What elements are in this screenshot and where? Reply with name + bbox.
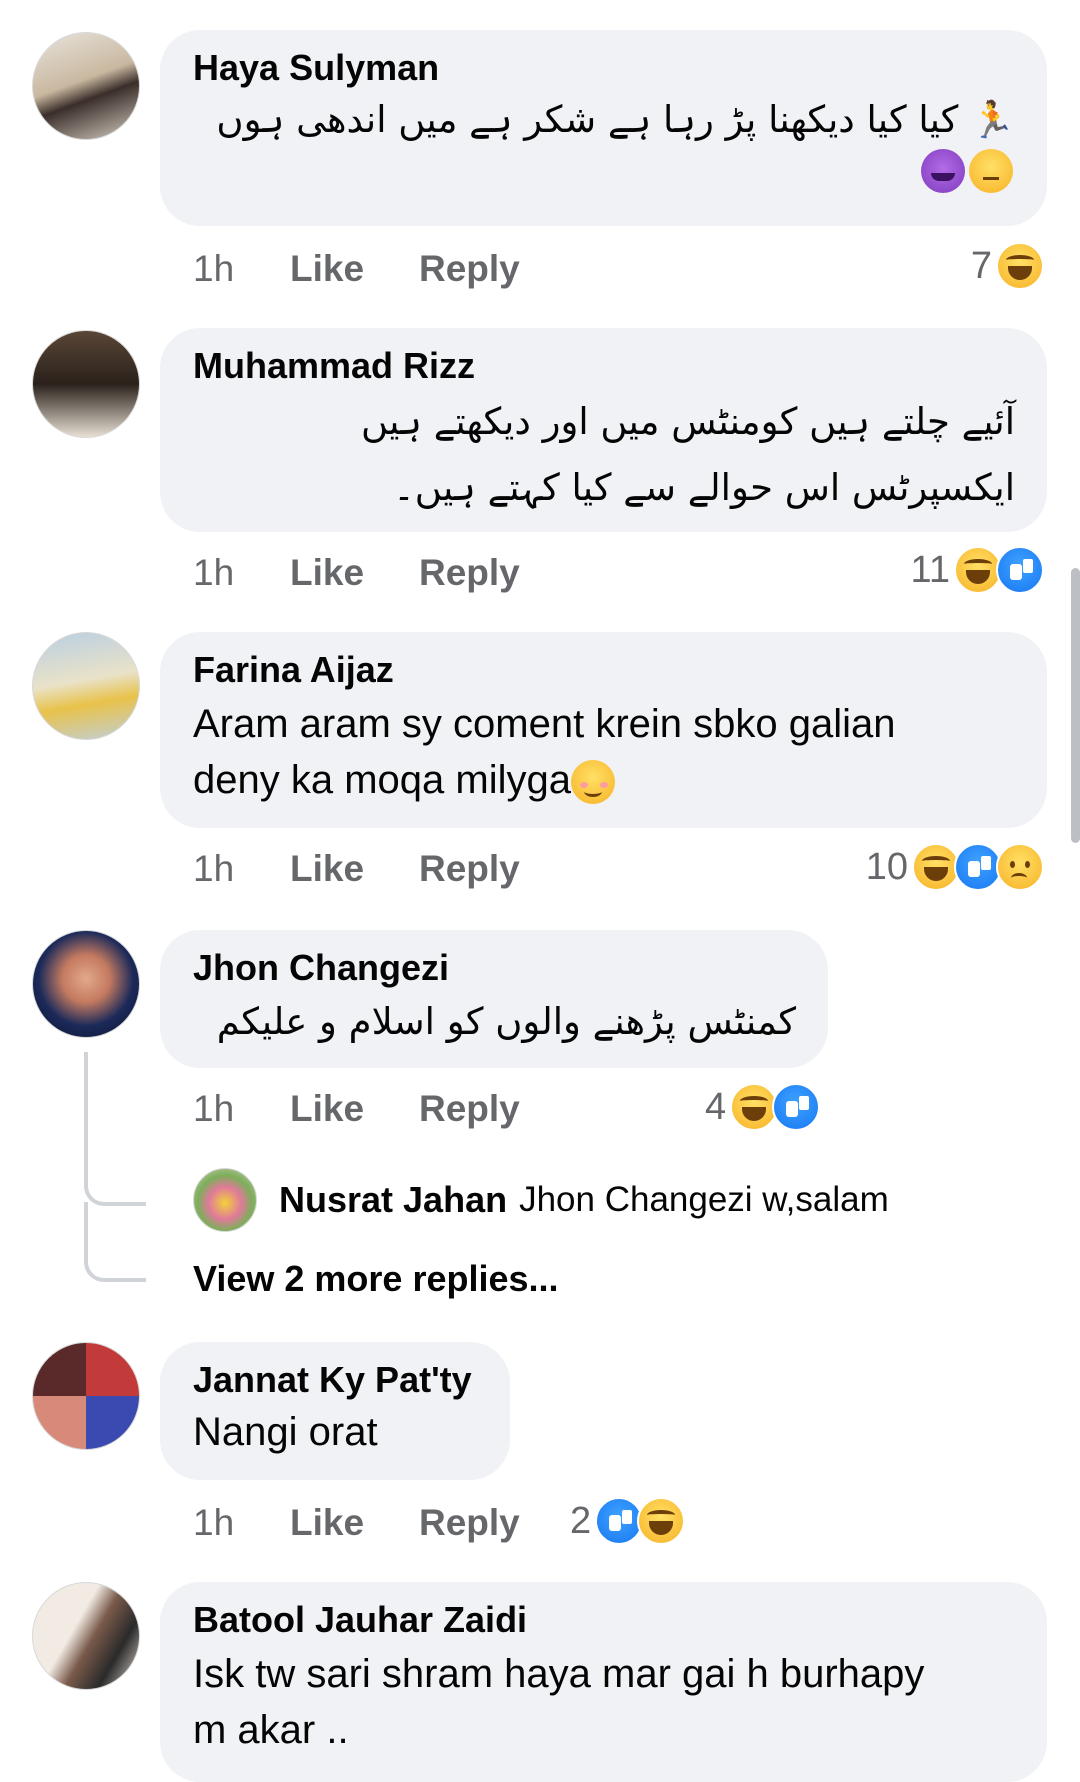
comment-author[interactable]: Jannat Ky Pat'ty [193,1358,478,1402]
comment-time[interactable]: 1h [193,848,234,890]
like-reaction-icon [772,1083,821,1131]
comment-bubble: Jhon Changezi کمنٹس پڑھنے والوں کو اسلام… [160,930,828,1068]
haha-reaction-icon [730,1083,779,1131]
comment-author[interactable]: Batool Jauhar Zaidi [193,1598,1015,1642]
emoji-row [193,149,1015,193]
like-button[interactable]: Like [290,848,364,890]
reactions-summary[interactable]: 7 [971,242,1044,290]
comment-text-line: کیا کیا دیکھنا پڑ رہا ہے شکر ہے میں اندھ… [216,98,959,141]
reply-preview[interactable]: Nusrat Jahan Jhon Changezi w,salam [193,1168,889,1232]
view-more-replies-link[interactable]: View 2 more replies... [193,1258,559,1300]
comment-text-line: کمنٹس پڑھنے والوں کو اسلام و علیکم [216,1000,796,1043]
avatar[interactable] [32,32,140,140]
like-button[interactable]: Like [290,248,364,290]
comment-time[interactable]: 1h [193,1502,234,1544]
like-reaction-icon [954,843,1002,891]
reactions-summary[interactable]: 2 [570,1497,686,1545]
smiling-face-blush-icon [570,760,615,805]
reactions-summary[interactable]: 4 [705,1083,821,1131]
comment-text-line: Nangi orat [193,1410,378,1454]
like-button[interactable]: Like [290,552,364,594]
comment-time[interactable]: 1h [193,1088,234,1130]
comment-author[interactable]: Haya Sulyman [193,46,1015,90]
like-reaction-icon [595,1497,644,1545]
reply-button[interactable]: Reply [419,1502,520,1544]
comment-text-line: Isk tw sari shram haya mar gai h burhapy [193,1652,925,1696]
reply-button[interactable]: Reply [419,248,520,290]
reply-author[interactable]: Nusrat Jahan [279,1179,507,1221]
like-button[interactable]: Like [290,1088,364,1130]
like-reaction-icon [996,546,1044,594]
comment-text: 🏃 کیا کیا دیکھنا پڑ رہا ہے شکر ہے میں ان… [193,90,1015,151]
avatar[interactable] [32,1342,140,1450]
avatar[interactable] [32,1582,140,1690]
reaction-count: 11 [910,548,950,591]
smiling-devil-icon [920,149,965,193]
haha-reaction-icon [637,1497,686,1545]
comment-bubble: Batool Jauhar Zaidi Isk tw sari shram ha… [160,1582,1047,1782]
reply-button[interactable]: Reply [419,848,520,890]
reactions-summary[interactable]: 11 [911,546,1044,594]
reply-button[interactable]: Reply [419,1088,520,1130]
reaction-count: 7 [970,244,992,287]
reaction-count: 4 [705,1085,727,1128]
reaction-count: 10 [865,845,908,888]
comment-text-line: Aram aram sy coment krein sbko galian [193,702,896,746]
comment-author[interactable]: Farina Aijaz [193,648,1015,692]
comment-time[interactable]: 1h [193,552,234,594]
unamused-face-icon [969,149,1013,193]
comment-text-line: آئیے چلتے ہیں کومنٹس میں اور دیکھتے ہیں [360,400,1015,443]
comment-text-line: ایکسپرٹس اس حوالے سے کیا کہتے ہیں۔ [393,466,1015,509]
comment-text-line: deny ka moqa milyga [193,758,571,802]
thread-connector [84,1052,146,1206]
comment-time[interactable]: 1h [193,248,234,290]
scrollbar[interactable] [1071,568,1080,843]
avatar[interactable] [32,330,140,438]
comment-author[interactable]: Muhammad Rizz [193,344,1015,388]
thread-connector [84,1202,146,1282]
like-button[interactable]: Like [290,1502,364,1544]
comment-bubble: Jannat Ky Pat'ty Nangi orat [160,1342,510,1480]
reaction-count: 2 [570,1499,592,1542]
avatar[interactable] [32,930,140,1038]
reply-text: Jhon Changezi w,salam [519,1180,889,1219]
haha-reaction-icon [912,843,960,891]
running-emoji: 🏃 [970,100,1015,141]
avatar[interactable] [193,1168,257,1232]
avatar[interactable] [32,632,140,740]
reply-button[interactable]: Reply [419,552,520,594]
haha-reaction-icon [954,546,1002,594]
comment-text-line: m akar .. [193,1708,349,1752]
haha-reaction-icon [996,242,1044,290]
comment-bubble: Haya Sulyman 🏃 کیا کیا دیکھنا پڑ رہا ہے … [160,30,1047,226]
comment-text: deny ka moqa milyga [193,752,1015,808]
reactions-summary[interactable]: 10 [866,843,1044,891]
comment-bubble: Muhammad Rizz آئیے چلتے ہیں کومنٹس میں ا… [160,328,1047,532]
sad-reaction-icon [996,843,1044,891]
comment-bubble: Farina Aijaz Aram aram sy coment krein s… [160,632,1047,828]
comment-author[interactable]: Jhon Changezi [193,946,796,990]
